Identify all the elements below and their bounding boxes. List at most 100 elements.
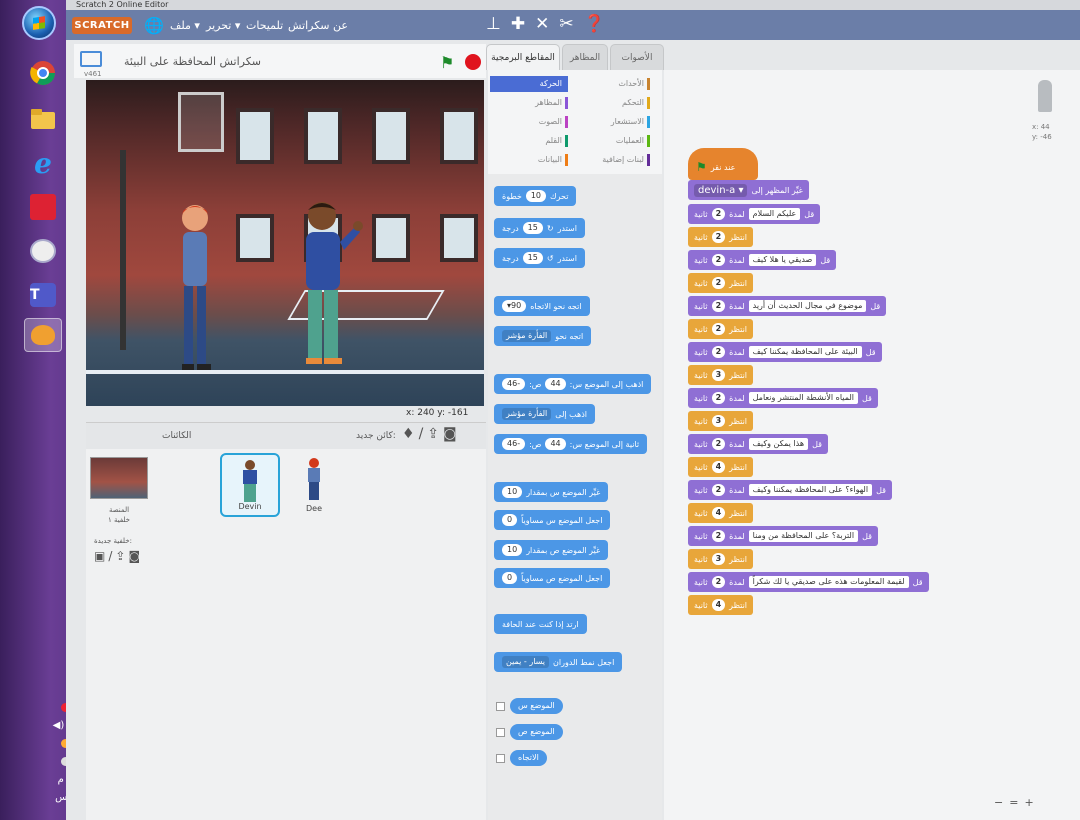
language-globe-icon[interactable]: 🌐 bbox=[144, 16, 164, 35]
tab-scripts[interactable]: المقاطع البرمجية bbox=[486, 44, 560, 70]
scratch-logo[interactable]: SCRATCH bbox=[72, 17, 132, 34]
upload-backdrop-icon[interactable]: ⇪ bbox=[115, 549, 128, 563]
help-icon[interactable]: ❓ bbox=[584, 14, 605, 34]
sprite-card-devin[interactable]: Devin bbox=[220, 453, 280, 517]
block-say-for-secs[interactable]: قل عليكم السلام لمدة 2 ثانية bbox=[688, 204, 821, 224]
block-change-x[interactable]: غيِّر الموضع س بمقدار 10 bbox=[494, 482, 609, 502]
say-seconds[interactable]: 2 bbox=[711, 208, 726, 220]
block-point-towards[interactable]: اتجه نحو الفأرة مؤشر bbox=[494, 326, 592, 346]
block-say-for-secs[interactable]: قل المياه الأنشطة المنتشر ونعامل لمدة 2 ثاني… bbox=[688, 388, 878, 408]
say-text[interactable]: الهواء؟ على المحافظة يمكننا وكيف bbox=[748, 484, 873, 496]
sprite-card-dee[interactable]: Dee bbox=[284, 453, 344, 517]
block-point-direction[interactable]: اتجه نحو الاتجاه 90▾ bbox=[494, 296, 590, 316]
say-seconds[interactable]: 2 bbox=[711, 530, 726, 542]
sprite-dee[interactable] bbox=[170, 200, 220, 380]
category-0[interactable]: الحركة bbox=[490, 76, 568, 92]
checkbox-x-position[interactable] bbox=[496, 702, 505, 711]
scratch-app-icon[interactable] bbox=[24, 318, 62, 352]
menu-edit[interactable]: تحرير ▾ bbox=[206, 19, 240, 32]
block-when-flag-clicked[interactable]: عند نقر ⚑ bbox=[688, 148, 758, 180]
block-switch-costume[interactable]: غيِّر المظهر إلى devin-a ▾ bbox=[688, 180, 809, 200]
zoom-reset-icon[interactable]: = bbox=[1009, 796, 1024, 809]
internet-explorer-icon[interactable]: e bbox=[24, 146, 62, 180]
change-y-value[interactable]: 10 bbox=[502, 544, 523, 556]
say-seconds[interactable]: 2 bbox=[711, 576, 726, 588]
block-wait[interactable]: انتظر 2 ثانية bbox=[688, 273, 754, 293]
wait-seconds[interactable]: 2 bbox=[711, 231, 726, 243]
choose-sprite-icon[interactable]: ♦ bbox=[402, 426, 419, 442]
stop-icon[interactable] bbox=[465, 54, 481, 70]
teams-icon[interactable]: T bbox=[24, 278, 62, 312]
block-goto-xy[interactable]: اذهب إلى الموضع س: 44 ص: -46 bbox=[494, 374, 652, 394]
block-set-y[interactable]: اجعل الموضع ص مساوياً 0 bbox=[494, 568, 611, 588]
bird-app-icon[interactable] bbox=[24, 234, 62, 268]
towards-dropdown[interactable]: الفأرة مؤشر bbox=[502, 330, 552, 342]
block-bounce[interactable]: ارتد إذا كنت عند الحافة bbox=[494, 614, 587, 634]
grow-icon[interactable]: ✚ bbox=[511, 14, 525, 34]
zoom-out-icon[interactable]: − bbox=[994, 796, 1009, 809]
block-move[interactable]: تحرك 10 خطوة bbox=[494, 186, 577, 206]
wait-seconds[interactable]: 3 bbox=[711, 553, 726, 565]
block-set-x[interactable]: اجعل الموضع س مساوياً 0 bbox=[494, 510, 611, 530]
say-seconds[interactable]: 2 bbox=[711, 300, 726, 312]
zoom-in-icon[interactable]: + bbox=[1024, 796, 1039, 809]
block-change-y[interactable]: غيِّر الموضع ص بمقدار 10 bbox=[494, 540, 609, 560]
say-text[interactable]: التربة؟ على المحافظة من ومنا bbox=[748, 530, 859, 542]
glide-y[interactable]: -46 bbox=[502, 438, 526, 450]
reporter-direction[interactable]: الاتجاه bbox=[510, 750, 547, 766]
upload-sprite-icon[interactable]: ⇪ bbox=[427, 426, 443, 442]
green-flag-icon[interactable]: ⚑ bbox=[440, 53, 454, 72]
say-text[interactable]: لقيمة المعلومات هذه على صديقي يا لك شكرا… bbox=[748, 576, 909, 588]
block-say-for-secs[interactable]: قل هذا يمكن وكيف لمدة 2 ثانية bbox=[688, 434, 828, 454]
chrome-icon[interactable] bbox=[24, 56, 62, 90]
media-app-icon[interactable] bbox=[24, 190, 62, 224]
turn-degrees[interactable]: 15 bbox=[522, 252, 543, 264]
say-seconds[interactable]: 2 bbox=[711, 254, 726, 266]
rotation-style-dropdown[interactable]: يسار - يمين bbox=[502, 656, 549, 668]
reporter-y-position[interactable]: الموضع ص bbox=[510, 724, 563, 740]
block-wait[interactable]: انتظر 3 ثانية bbox=[688, 365, 754, 385]
duplicate-stamp-icon[interactable]: ⊥ bbox=[486, 14, 501, 34]
block-say-for-secs[interactable]: قل موضوع في مجال الحديث أن أريد لمدة 2 ثانية bbox=[688, 296, 887, 316]
presentation-mode-icon[interactable] bbox=[80, 51, 102, 67]
glide-x[interactable]: 44 bbox=[545, 438, 566, 450]
block-wait[interactable]: انتظر 2 ثانية bbox=[688, 227, 754, 247]
say-seconds[interactable]: 2 bbox=[711, 392, 726, 404]
script-area[interactable]: x: 44 y: -46 عند نقر ⚑ غيِّر المظهر إلى … bbox=[664, 70, 1080, 820]
paint-sprite-icon[interactable]: / bbox=[419, 426, 428, 442]
menu-about[interactable]: عن سكراتش bbox=[288, 19, 348, 32]
stage-canvas[interactable] bbox=[86, 80, 484, 406]
block-wait[interactable]: انتظر 2 ثانية bbox=[688, 319, 754, 339]
tab-costumes[interactable]: المظاهر bbox=[562, 44, 608, 70]
turn-degrees[interactable]: 15 bbox=[522, 222, 543, 234]
category-9[interactable]: لبنات إضافية bbox=[572, 152, 650, 168]
say-text[interactable]: صديقي يا هلا كيف bbox=[748, 254, 817, 266]
file-explorer-icon[interactable] bbox=[24, 102, 62, 136]
block-rotation-style[interactable]: اجعل نمط الدوران يسار - يمين bbox=[494, 652, 623, 672]
set-y-value[interactable]: 0 bbox=[502, 572, 518, 584]
change-x-value[interactable]: 10 bbox=[502, 486, 523, 498]
block-wait[interactable]: انتظر 4 ثانية bbox=[688, 503, 754, 523]
block-say-for-secs[interactable]: قل الهواء؟ على المحافظة يمكننا وكيف لمدة 2 ث… bbox=[688, 480, 892, 500]
block-wait[interactable]: انتظر 3 ثانية bbox=[688, 411, 754, 431]
wait-seconds[interactable]: 2 bbox=[711, 323, 726, 335]
block-glide[interactable]: ثانية إلى الموضع س: 44 ص: -46 bbox=[494, 434, 648, 454]
category-2[interactable]: المظاهر bbox=[490, 95, 568, 111]
project-title[interactable]: سكراتش المحافظة على البيئة bbox=[124, 55, 261, 68]
say-seconds[interactable]: 2 bbox=[711, 484, 726, 496]
block-say-for-secs[interactable]: قل لقيمة المعلومات هذه على صديقي يا لك شك… bbox=[688, 572, 929, 592]
block-wait[interactable]: انتظر 4 ثانية bbox=[688, 595, 754, 615]
shrink-icon[interactable]: ✕ bbox=[535, 14, 549, 34]
block-wait[interactable]: انتظر 4 ثانية bbox=[688, 457, 754, 477]
category-5[interactable]: الاستشعار bbox=[572, 114, 650, 130]
reporter-x-position[interactable]: الموضع س bbox=[510, 698, 563, 714]
category-6[interactable]: القلم bbox=[490, 133, 568, 149]
say-seconds[interactable]: 2 bbox=[711, 346, 726, 358]
say-text[interactable]: هذا يمكن وكيف bbox=[748, 438, 809, 450]
category-3[interactable]: التحكم bbox=[572, 95, 650, 111]
checkbox-y-position[interactable] bbox=[496, 728, 505, 737]
wait-seconds[interactable]: 3 bbox=[711, 369, 726, 381]
say-text[interactable]: المياه الأنشطة المنتشر ونعامل bbox=[748, 392, 858, 404]
block-goto[interactable]: اذهب إلى الفأرة مؤشر bbox=[494, 404, 596, 424]
stage-thumbnail[interactable] bbox=[90, 457, 148, 499]
